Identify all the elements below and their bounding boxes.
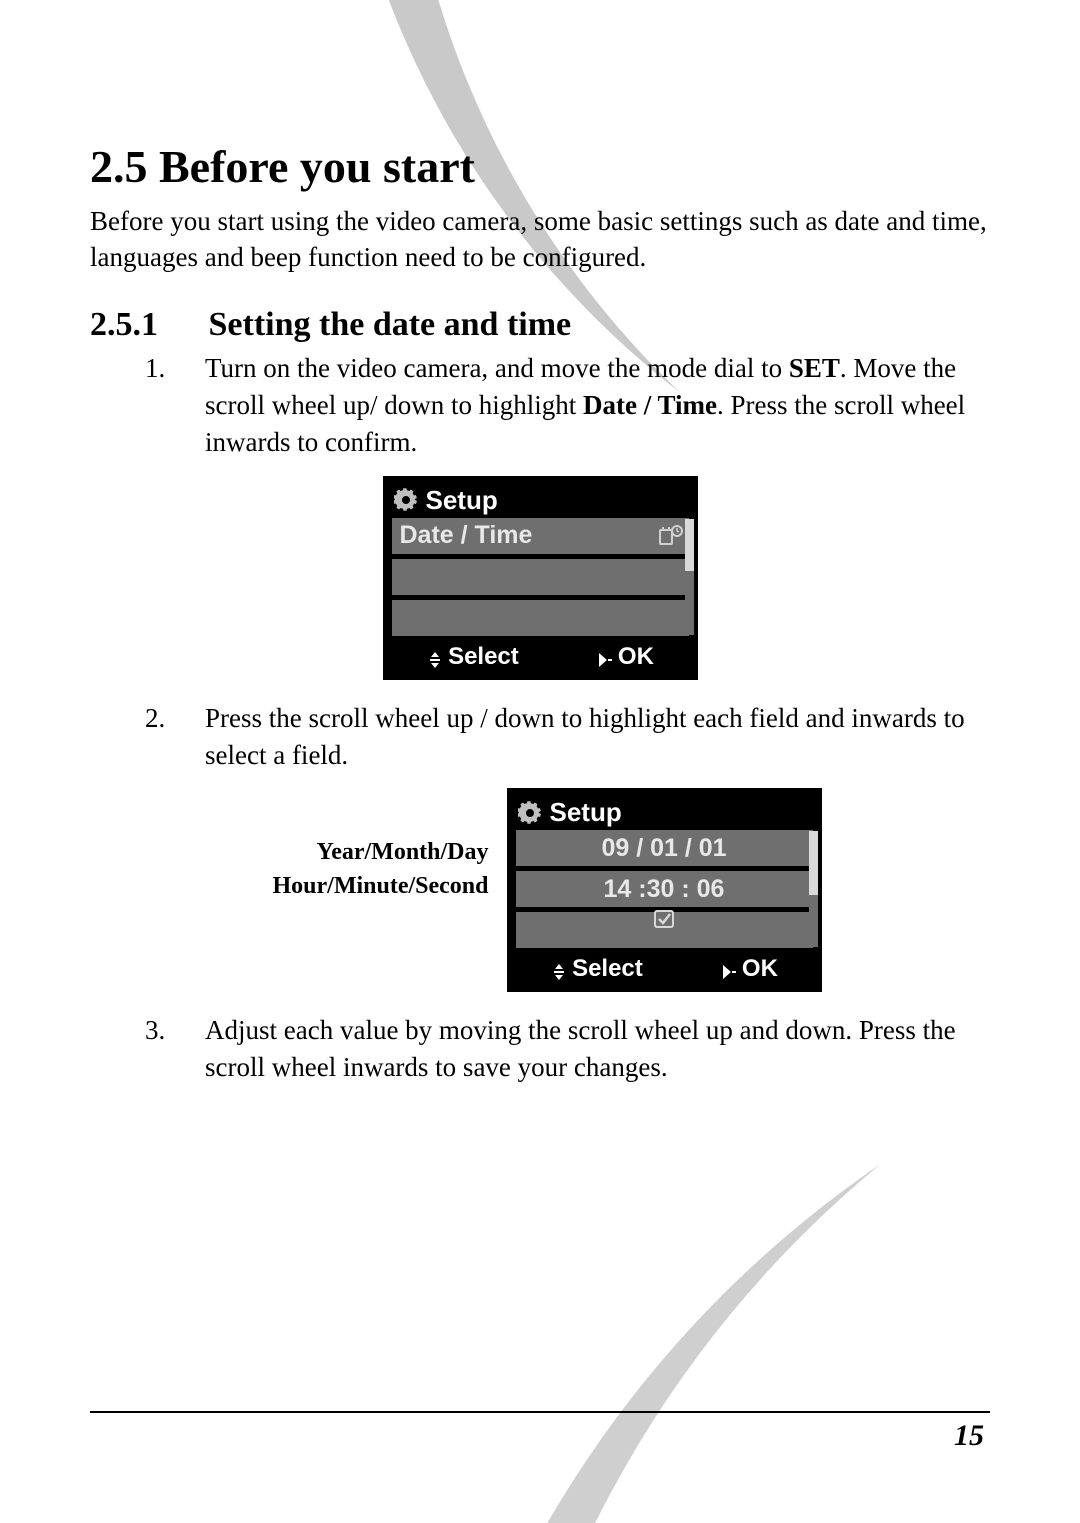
date-time-icon (659, 525, 683, 547)
step-number: 1. (145, 350, 205, 462)
lcd-ok-label: OK (742, 955, 778, 983)
time-field: 14 :30 : 06 (516, 871, 813, 907)
step-number: 3. (145, 1012, 205, 1087)
gear-icon (518, 801, 542, 825)
scroll-in-icon (720, 960, 738, 978)
section-title-text: Before you start (159, 141, 475, 192)
scroll-in-icon (596, 648, 614, 666)
lcd-title: Setup (426, 485, 498, 516)
lcd-date-time-edit: Setup 09 / 01 / 01 14 :30 : 06 Select (507, 788, 822, 992)
step-text: Adjust each value by moving the scroll w… (205, 1012, 990, 1087)
lcd-footer: Select OK (512, 953, 817, 987)
step-number: 2. (145, 700, 205, 775)
subsection-heading: 2.5.1 Setting the date and time (90, 306, 990, 344)
confirm-row (516, 912, 813, 948)
lcd-title: Setup (550, 797, 622, 828)
step-1: 1. Turn on the video camera, and move th… (145, 350, 990, 462)
menu-item-date-time: Date / Time (392, 518, 689, 554)
lcd-scrollbar (685, 519, 694, 635)
step-text: Press the scroll wheel up / down to high… (205, 700, 990, 775)
section-intro: Before you start using the video camera,… (90, 203, 990, 276)
page-number: 15 (90, 1419, 990, 1453)
step-text: Turn on the video camera, and move the m… (205, 350, 990, 462)
lcd-scrollbar (809, 831, 818, 947)
scroll-updown-icon (426, 648, 444, 666)
gear-icon (394, 488, 418, 512)
subsection-title-text: Setting the date and time (209, 306, 572, 343)
step-2: 2. Press the scroll wheel up / down to h… (145, 700, 990, 775)
lcd-header: Setup (512, 793, 817, 830)
subsection-number: 2.5.1 (90, 306, 200, 344)
footer-rule (90, 1411, 990, 1413)
lcd-setup-menu: Setup Date / Time Select (383, 476, 698, 680)
scroll-updown-icon (550, 960, 568, 978)
section-number: 2.5 (90, 141, 148, 192)
lcd-header: Setup (388, 481, 693, 518)
lcd-select-label: Select (448, 643, 519, 671)
label-hms: Hour/Minute/Second (259, 870, 489, 904)
step-3: 3. Adjust each value by moving the scrol… (145, 1012, 990, 1087)
field-labels: Year/Month/Day Hour/Minute/Second (259, 836, 489, 903)
section-heading: 2.5 Before you start (90, 140, 990, 193)
label-ymd: Year/Month/Day (259, 836, 489, 870)
lcd-select-label: Select (572, 955, 643, 983)
checkmark-icon (652, 908, 676, 930)
menu-item-empty (392, 600, 689, 636)
lcd-footer: Select OK (388, 641, 693, 675)
lcd-ok-label: OK (618, 643, 654, 671)
date-field: 09 / 01 / 01 (516, 830, 813, 866)
menu-item-empty (392, 559, 689, 595)
